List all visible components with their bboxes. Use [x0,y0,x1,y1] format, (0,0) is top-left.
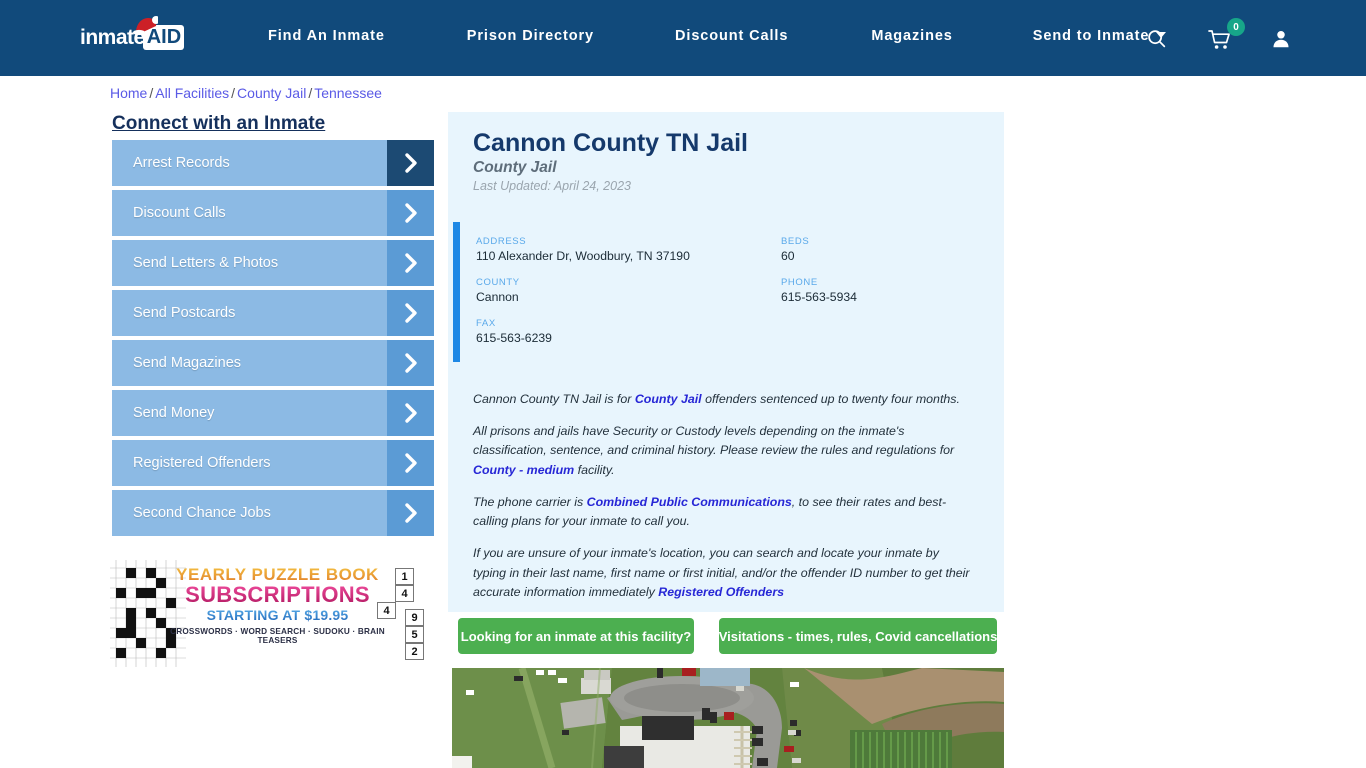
site-logo[interactable]: inmate AID [80,16,185,52]
beds-value: 60 [781,249,795,263]
cart-count-badge: 0 [1227,18,1245,36]
info-accent-bar [453,222,460,362]
facility-info-panel: Cannon County TN Jail County Jail Last U… [448,112,1004,612]
sudoku-digit: 4 [395,585,414,602]
chevron-right-icon [387,340,434,386]
fax-label: FAX [476,318,496,329]
sidebar-item-label: Registered Offenders [133,455,271,471]
looking-for-inmate-button[interactable]: Looking for an inmate at this facility? [458,618,694,654]
sidebar-item-arrest-records[interactable]: Arrest Records [112,140,434,186]
sidebar-heading: Connect with an Inmate [112,113,326,134]
beds-label: BEDS [781,236,810,247]
desc-p1-text-a: Cannon County TN Jail is for [473,392,635,406]
breadcrumb-separator: / [308,85,313,101]
facility-details-column-right: BEDS 60 PHONE 615-563-5934 [781,236,981,318]
facility-type-subtitle: County Jail [473,159,557,176]
link-county-medium[interactable]: County - medium [473,463,574,477]
facility-description: Cannon County TN Jail is for County Jail… [473,390,973,615]
sidebar-item-send-postcards[interactable]: Send Postcards [112,290,434,336]
chevron-right-icon [387,440,434,486]
description-paragraph-1: Cannon County TN Jail is for County Jail… [473,390,973,409]
aerial-photo-graphic [452,668,1004,768]
user-account-button[interactable] [1270,24,1300,54]
desc-p3-text-a: The phone carrier is [473,494,587,509]
desc-p2-text-b: facility. [574,462,615,477]
sidebar-nav: Arrest Records Discount Calls Send Lette… [112,140,434,540]
ad-line-4: CROSSWORDS · WORD SEARCH · SUDOKU · BRAI… [170,627,385,646]
sudoku-digit: 1 [395,568,414,585]
sudoku-digit: 4 [377,602,396,619]
sidebar-item-label: Second Chance Jobs [133,505,271,521]
sudoku-digit: 9 [405,609,424,626]
address-label: ADDRESS [476,236,527,247]
chevron-right-icon [387,190,434,236]
ad-line-3: STARTING AT $19.95 [170,606,385,624]
sidebar-item-send-magazines[interactable]: Send Magazines [112,340,434,386]
cta-button-row: Looking for an inmate at this facility? … [458,618,997,654]
county-label: COUNTY [476,277,520,288]
visitations-info-button[interactable]: Visitations - times, rules, Covid cancel… [719,618,997,654]
chevron-right-icon [387,390,434,436]
chevron-right-icon [387,140,434,186]
search-button[interactable] [1146,24,1176,54]
link-registered-offenders[interactable]: Registered Offenders [658,585,784,599]
top-navigation-bar: inmate AID Find An Inmate Prison Director… [0,0,1366,76]
county-value: Cannon [476,290,519,304]
breadcrumb-item-county-jail[interactable]: County Jail [237,85,306,101]
desc-p2-text-a: All prisons and jails have Security or C… [473,424,955,458]
phone-value: 615-563-5934 [781,290,857,304]
chevron-right-icon [387,240,434,286]
link-county-jail[interactable]: County Jail [635,392,702,406]
sidebar-item-label: Arrest Records [133,155,230,171]
sidebar-item-label: Discount Calls [133,205,226,221]
nav-link-magazines[interactable]: Magazines [871,28,952,44]
desc-p1-text-b: offenders sentenced up to twenty four mo… [701,392,960,406]
description-paragraph-4: If you are unsure of your inmate's locat… [473,544,973,602]
ad-text-block: YEARLY PUZZLE BOOK SUBSCRIPTIONS STARTIN… [170,566,385,645]
sidebar-item-send-letters-photos[interactable]: Send Letters & Photos [112,240,434,286]
nav-link-prison-directory[interactable]: Prison Directory [467,28,594,44]
breadcrumb-item-tennessee[interactable]: Tennessee [314,85,382,101]
breadcrumb: Home / All Facilities / County Jail / Tennesse… [110,85,382,101]
sidebar-item-registered-offenders[interactable]: Registered Offenders [112,440,434,486]
last-updated-text: Last Updated: April 24, 2023 [473,179,631,193]
satellite-map-image[interactable] [452,668,1004,768]
puzzle-book-ad-banner[interactable]: YEARLY PUZZLE BOOK SUBSCRIPTIONS STARTIN… [110,560,435,667]
description-paragraph-3: The phone carrier is Combined Public Com… [473,493,973,531]
sidebar-item-second-chance-jobs[interactable]: Second Chance Jobs [112,490,434,536]
nav-links-group: Find An Inmate Prison Directory Discount… [268,28,1167,44]
logo-text-inmate: inmate [80,25,145,49]
fax-value: 615-563-6239 [476,331,552,345]
logo-text-aid: AID [142,24,185,50]
phone-label: PHONE [781,277,818,288]
sidebar-item-label: Send Postcards [133,305,236,321]
shopping-cart-button[interactable]: 0 [1208,18,1245,54]
link-combined-public-communications[interactable]: Combined Public Communications [587,495,792,509]
sidebar-item-label: Send Magazines [133,355,242,371]
nav-link-find-an-inmate[interactable]: Find An Inmate [268,28,385,44]
page-title: Cannon County TN Jail [473,129,748,157]
breadcrumb-separator: / [149,85,154,101]
breadcrumb-item-home[interactable]: Home [110,85,147,101]
sudoku-digit: 2 [405,643,424,660]
nav-link-discount-calls[interactable]: Discount Calls [675,28,788,44]
sudoku-grid-graphic: 1 4 4 9 5 2 [377,560,435,667]
breadcrumb-item-all-facilities[interactable]: All Facilities [155,85,229,101]
sidebar-item-label: Send Money [133,405,215,421]
chevron-right-icon [387,490,434,536]
chevron-right-icon [387,290,434,336]
sidebar-item-send-money[interactable]: Send Money [112,390,434,436]
sidebar-item-label: Send Letters & Photos [133,255,279,271]
facility-details-column-left: ADDRESS 110 Alexander Dr, Woodbury, TN 3… [476,236,746,359]
address-value: 110 Alexander Dr, Woodbury, TN 37190 [476,249,690,263]
nav-icon-group: 0 [1114,18,1300,54]
breadcrumb-separator: / [231,85,236,101]
sidebar-item-discount-calls[interactable]: Discount Calls [112,190,434,236]
sudoku-digit: 5 [405,626,424,643]
ad-line-2: SUBSCRIPTIONS [170,583,385,606]
description-paragraph-2: All prisons and jails have Security or C… [473,422,973,480]
